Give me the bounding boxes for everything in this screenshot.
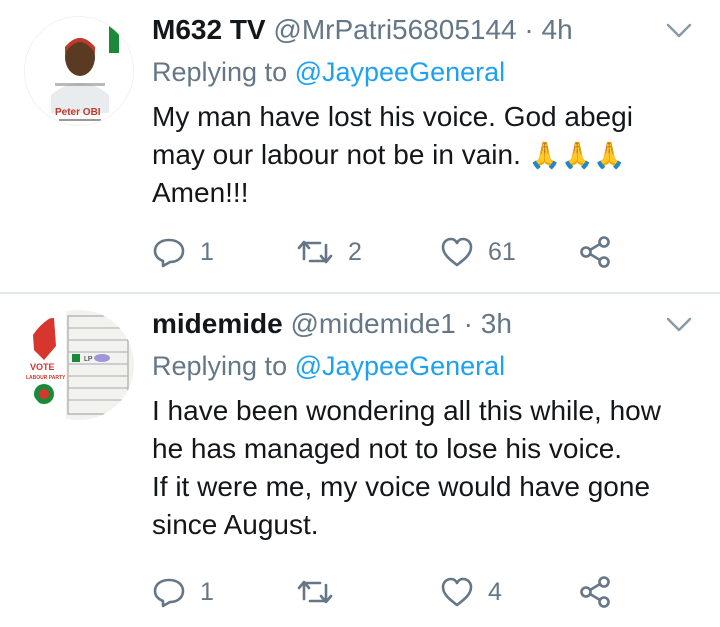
tweet[interactable]: VOTE LABOUR PARTY LP midemide @midemide1… xyxy=(0,294,720,627)
tweet-text: I have been wondering all this while, ho… xyxy=(152,392,692,544)
tweet-line: My man have lost his voice. God abegi xyxy=(152,101,633,132)
user-handle[interactable]: @midemide1 xyxy=(290,308,455,339)
tweet-header: midemide @midemide1 · 3h xyxy=(152,308,512,340)
tweet-line: he has managed not to lose his voice. xyxy=(152,433,623,464)
share-button[interactable] xyxy=(578,572,612,612)
tweet-line: Amen!!! xyxy=(152,177,249,208)
replying-to: Replying to @JaypeeGeneral xyxy=(152,57,505,88)
like-count: 61 xyxy=(488,237,516,266)
mention-link[interactable]: @JaypeeGeneral xyxy=(295,57,506,87)
replying-to: Replying to @JaypeeGeneral xyxy=(152,351,505,382)
like-count: 4 xyxy=(488,577,502,606)
tweet-line: I have been wondering all this while, ho… xyxy=(152,395,661,426)
avatar-text: Peter OBI xyxy=(55,107,101,118)
timestamp[interactable]: 4h xyxy=(542,14,573,45)
reply-button[interactable]: 1 xyxy=(152,572,214,612)
like-button[interactable]: 61 xyxy=(440,232,516,272)
separator: · xyxy=(463,308,473,339)
avatar-image: Peter OBI xyxy=(25,17,133,125)
share-icon xyxy=(580,576,610,608)
tweet-actions: 1 2 61 xyxy=(152,232,692,272)
tweet-header: M632 TV @MrPatri56805144 · 4h xyxy=(152,14,573,46)
like-icon xyxy=(441,237,473,267)
like-button[interactable]: 4 xyxy=(440,572,502,612)
reply-button[interactable]: 1 xyxy=(152,232,214,272)
retweet-icon xyxy=(297,580,333,604)
avatar[interactable]: Peter OBI xyxy=(24,16,134,126)
separator: · xyxy=(524,14,534,45)
tweet-line: If it were me, my voice would have gone xyxy=(152,471,651,502)
avatar-image: VOTE LABOUR PARTY LP xyxy=(24,310,134,420)
tweet-text: My man have lost his voice. God abegi ma… xyxy=(152,98,692,212)
replying-to-label: Replying to xyxy=(152,57,295,87)
replying-to-label: Replying to xyxy=(152,351,295,381)
pray-emoji: 🙏🙏🙏 xyxy=(528,140,626,170)
tweet-actions: 1 4 xyxy=(152,572,692,612)
retweet-count: 2 xyxy=(348,237,362,266)
chevron-down-icon[interactable] xyxy=(666,316,692,334)
reply-count: 1 xyxy=(200,577,214,606)
tweet[interactable]: Peter OBI M632 TV @MrPatri56805144 · 4h … xyxy=(0,0,720,293)
avatar[interactable]: VOTE LABOUR PARTY LP xyxy=(24,310,134,420)
retweet-button[interactable]: 2 xyxy=(296,232,362,272)
mention-link[interactable]: @JaypeeGeneral xyxy=(295,351,506,381)
chevron-down-icon[interactable] xyxy=(666,22,692,40)
reply-count: 1 xyxy=(200,237,214,266)
reply-icon xyxy=(153,238,185,268)
user-handle[interactable]: @MrPatri56805144 xyxy=(273,14,516,45)
avatar-text: VOTE xyxy=(30,362,55,372)
share-icon xyxy=(580,236,610,268)
display-name[interactable]: midemide xyxy=(152,308,283,339)
retweet-icon xyxy=(297,240,333,264)
display-name[interactable]: M632 TV xyxy=(152,14,266,45)
tweet-line: may our labour not be in vain. 🙏🙏🙏 xyxy=(152,136,692,174)
like-icon xyxy=(441,577,473,607)
reply-icon xyxy=(153,578,185,608)
avatar-text: LP xyxy=(84,356,93,363)
avatar-text: LABOUR PARTY xyxy=(26,375,66,381)
tweet-line: since August. xyxy=(152,509,319,540)
tweet-line-text: may our labour not be in vain. xyxy=(152,139,521,170)
retweet-button[interactable] xyxy=(296,572,348,612)
timestamp[interactable]: 3h xyxy=(481,308,512,339)
share-button[interactable] xyxy=(578,232,612,272)
